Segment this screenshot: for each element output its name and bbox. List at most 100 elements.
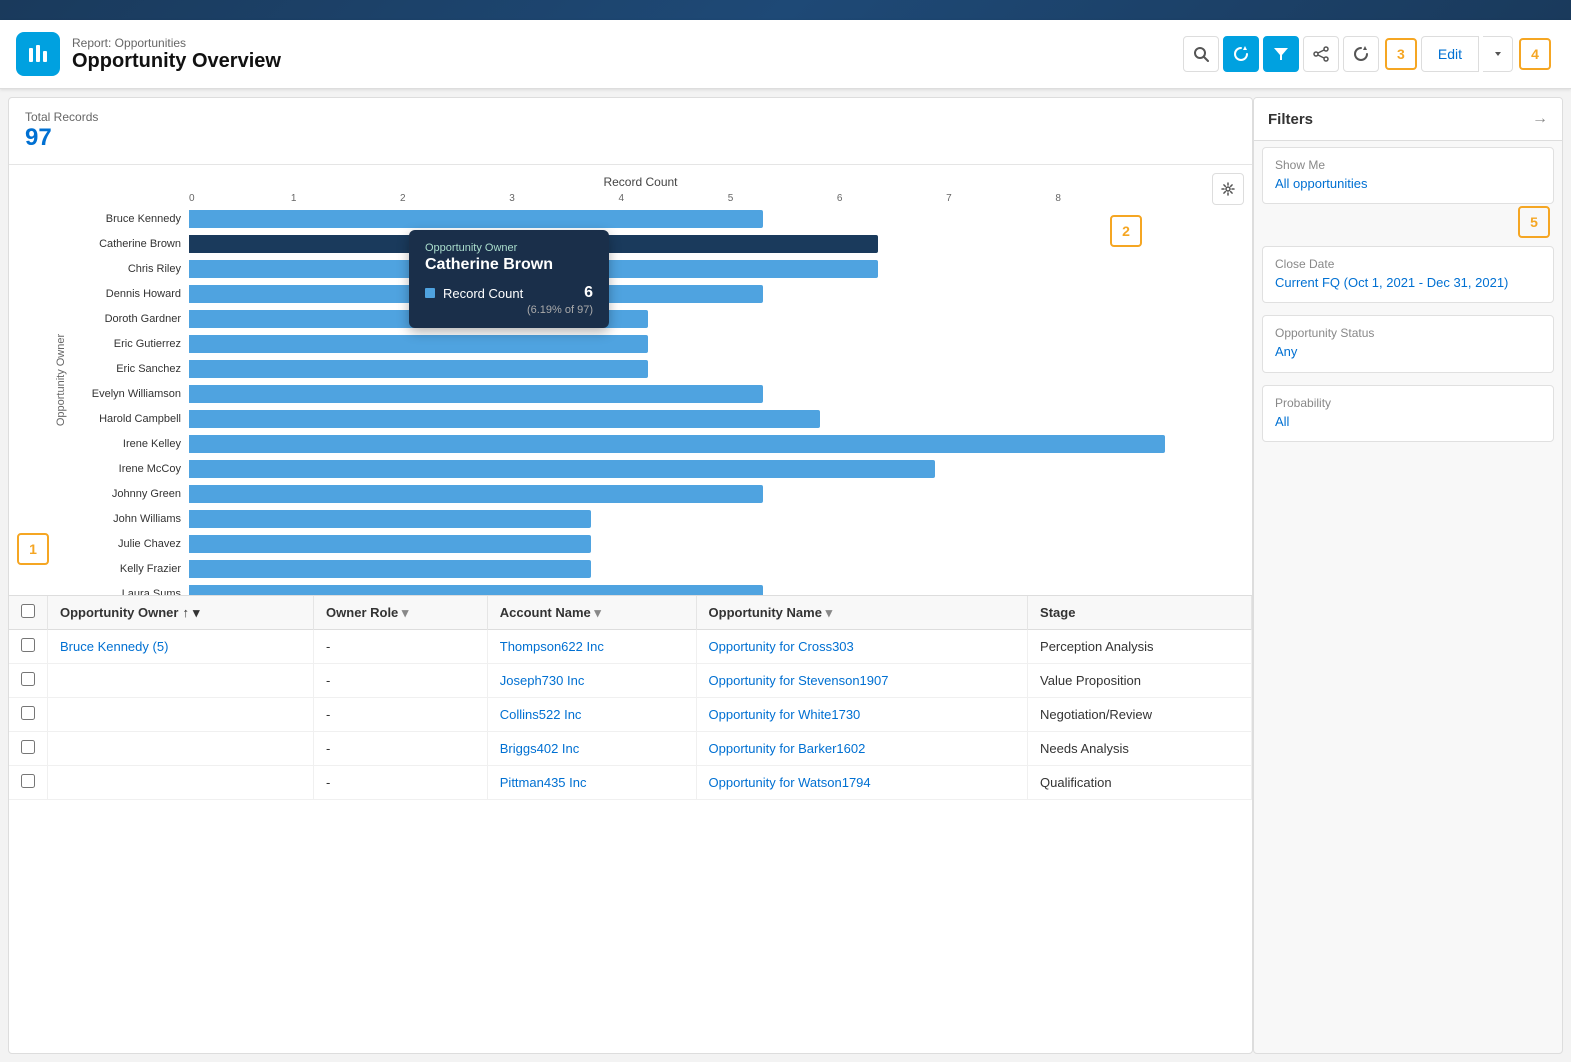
filters-collapse-arrow[interactable]: → bbox=[1532, 110, 1548, 128]
bar-row[interactable]: Irene McCoy bbox=[59, 458, 1222, 480]
stage-cell: Qualification bbox=[1028, 766, 1252, 800]
bar-row[interactable]: Doroth Gardner bbox=[59, 308, 1222, 330]
account-link[interactable]: Pittman435 Inc bbox=[500, 775, 587, 790]
account-cell: Pittman435 Inc bbox=[487, 766, 696, 800]
badge-5-wrapper: 5 bbox=[1254, 206, 1550, 238]
account-link[interactable]: Joseph730 Inc bbox=[500, 673, 585, 688]
edit-dropdown-button[interactable] bbox=[1483, 36, 1513, 72]
bar-row[interactable]: Johnny Green bbox=[59, 483, 1222, 505]
stage-cell: Negotiation/Review bbox=[1028, 698, 1252, 732]
account-link[interactable]: Collins522 Inc bbox=[500, 707, 582, 722]
title-left: Report: Opportunities Opportunity Overvi… bbox=[16, 32, 281, 76]
bar-container bbox=[189, 485, 1222, 503]
right-panel: Filters → Show Me All opportunities 5 Cl… bbox=[1253, 97, 1563, 1054]
x-axis-title: Record Count bbox=[59, 175, 1222, 189]
x-axis-labels: 0 1 2 3 4 5 6 7 8 9 bbox=[189, 193, 1222, 204]
bar-row[interactable]: John Williams bbox=[59, 508, 1222, 530]
bar-fill bbox=[189, 335, 648, 353]
bar-row[interactable]: Eric Gutierrez bbox=[59, 333, 1222, 355]
bar-label: Dennis Howard bbox=[59, 288, 189, 300]
bar-label: Kelly Frazier bbox=[59, 563, 189, 575]
tooltip-dot bbox=[425, 288, 435, 298]
stage-cell: Perception Analysis bbox=[1028, 630, 1252, 664]
row-checkbox[interactable] bbox=[21, 740, 35, 754]
probability-label: Probability bbox=[1275, 396, 1541, 410]
filters-title: Filters bbox=[1268, 111, 1313, 128]
bar-row[interactable]: Eric Sanchez bbox=[59, 358, 1222, 380]
owner-cell bbox=[48, 664, 314, 698]
opportunity-header: Opportunity Name ▾ bbox=[696, 596, 1028, 630]
opportunity-filter-icon[interactable]: ▾ bbox=[826, 605, 833, 620]
chart-area: Opportunity Owner Record Count 0 1 2 3 4… bbox=[9, 165, 1252, 595]
opportunity-link[interactable]: Opportunity for Barker1602 bbox=[709, 741, 866, 756]
owner-cell bbox=[48, 766, 314, 800]
role-filter-icon[interactable]: ▾ bbox=[402, 605, 409, 620]
bar-fill bbox=[189, 360, 648, 378]
table-header-row: Opportunity Owner ↑ ▾ Owner Role ▾ Acco bbox=[9, 596, 1252, 630]
report-subtitle: Report: Opportunities bbox=[72, 36, 281, 50]
table-row: - Pittman435 Inc Opportunity for Watson1… bbox=[9, 766, 1252, 800]
account-link[interactable]: Briggs402 Inc bbox=[500, 741, 580, 756]
bar-row[interactable]: Harold Campbell bbox=[59, 408, 1222, 430]
tooltip-metric-label: Record Count bbox=[443, 286, 576, 301]
bar-container bbox=[189, 385, 1222, 403]
bar-container bbox=[189, 235, 1222, 253]
opportunity-cell: Opportunity for Stevenson1907 bbox=[696, 664, 1028, 698]
row-checkbox[interactable] bbox=[21, 706, 35, 720]
bar-row[interactable]: Bruce Kennedy bbox=[59, 208, 1222, 230]
show-me-value: All opportunities bbox=[1275, 175, 1541, 193]
bar-row[interactable]: Dennis Howard bbox=[59, 283, 1222, 305]
stage-cell: Value Proposition bbox=[1028, 664, 1252, 698]
opportunity-link[interactable]: Opportunity for Stevenson1907 bbox=[709, 673, 889, 688]
search-button[interactable] bbox=[1183, 36, 1219, 72]
content-area: Total Records 97 Opportunity Owner Recor… bbox=[0, 89, 1571, 1062]
filter-button[interactable] bbox=[1263, 36, 1299, 72]
opportunity-link[interactable]: Opportunity for White1730 bbox=[709, 707, 861, 722]
bar-row[interactable]: Kelly Frazier bbox=[59, 558, 1222, 580]
tooltip-metric-value: 6 bbox=[584, 284, 593, 302]
table-body: Bruce Kennedy (5) - Thompson622 Inc Oppo… bbox=[9, 630, 1252, 800]
owner-link[interactable]: Bruce Kennedy (5) bbox=[60, 639, 168, 654]
opportunity-link[interactable]: Opportunity for Watson1794 bbox=[709, 775, 871, 790]
bar-fill bbox=[189, 385, 763, 403]
show-me-filter[interactable]: Show Me All opportunities bbox=[1262, 147, 1554, 204]
row-checkbox[interactable] bbox=[21, 672, 35, 686]
opportunity-cell: Opportunity for Cross303 bbox=[696, 630, 1028, 664]
edit-button[interactable]: Edit bbox=[1421, 36, 1479, 72]
bar-label: Catherine Brown bbox=[59, 238, 189, 250]
reload-button[interactable] bbox=[1343, 36, 1379, 72]
owner-filter-icon[interactable]: ▾ bbox=[193, 605, 200, 621]
bar-row[interactable]: Catherine Brown bbox=[59, 233, 1222, 255]
probability-filter[interactable]: Probability All bbox=[1262, 385, 1554, 442]
opportunity-link[interactable]: Opportunity for Cross303 bbox=[709, 639, 854, 654]
badge-1: 1 bbox=[17, 533, 49, 565]
select-all-checkbox[interactable] bbox=[21, 604, 35, 618]
refresh-button[interactable] bbox=[1223, 36, 1259, 72]
account-cell: Thompson622 Inc bbox=[487, 630, 696, 664]
total-records-value: 97 bbox=[25, 124, 1236, 152]
row-checkbox[interactable] bbox=[21, 638, 35, 652]
bar-row[interactable]: Evelyn Williamson bbox=[59, 383, 1222, 405]
role-header: Owner Role ▾ bbox=[314, 596, 488, 630]
share-button[interactable] bbox=[1303, 36, 1339, 72]
bar-row[interactable]: Irene Kelley bbox=[59, 433, 1222, 455]
account-link[interactable]: Thompson622 Inc bbox=[500, 639, 604, 654]
account-filter-icon[interactable]: ▾ bbox=[594, 605, 601, 620]
bar-row[interactable]: Chris Riley bbox=[59, 258, 1222, 280]
badge-5: 5 bbox=[1518, 206, 1550, 238]
app-header bbox=[0, 0, 1571, 20]
bar-container bbox=[189, 510, 1222, 528]
bar-label: Eric Gutierrez bbox=[59, 338, 189, 350]
bar-row[interactable]: Laura Sums bbox=[59, 583, 1222, 595]
close-date-value: Current FQ (Oct 1, 2021 - Dec 31, 2021) bbox=[1275, 274, 1541, 292]
owner-cell: Bruce Kennedy (5) bbox=[48, 630, 314, 664]
chart-settings-button[interactable] bbox=[1212, 173, 1244, 205]
opportunity-status-filter[interactable]: Opportunity Status Any bbox=[1262, 315, 1554, 372]
row-checkbox[interactable] bbox=[21, 774, 35, 788]
bar-container bbox=[189, 560, 1222, 578]
bar-label: John Williams bbox=[59, 513, 189, 525]
sort-icon[interactable]: ↑ bbox=[182, 605, 189, 620]
bar-row[interactable]: Julie Chavez bbox=[59, 533, 1222, 555]
close-date-filter[interactable]: Close Date Current FQ (Oct 1, 2021 - Dec… bbox=[1262, 246, 1554, 303]
checkbox-header bbox=[9, 596, 48, 630]
